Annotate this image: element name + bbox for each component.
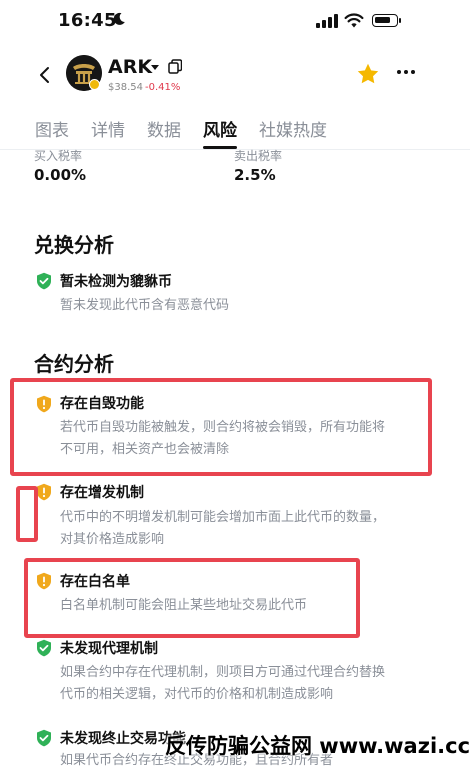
highlight-whitelist: [24, 558, 360, 638]
buy-tax-label: 买入税率: [34, 149, 83, 163]
more-icon[interactable]: [396, 62, 416, 82]
shield-warning-icon: [37, 483, 51, 501]
copy-icon[interactable]: [168, 59, 182, 74]
mint-title: 存在增发机制: [60, 485, 144, 501]
contract-analysis-title: 合约分析: [34, 352, 114, 376]
status-time: 16:45: [58, 10, 117, 31]
watermark-text: 反传防骗公益网 www.wazi.cc: [165, 734, 470, 758]
proxy-title: 未发现代理机制: [60, 641, 158, 657]
proxy-desc-line2: 代币的相关逻辑，对代币的价格和机制造成影响: [60, 687, 334, 702]
chevron-down-icon[interactable]: [151, 65, 159, 70]
signal-icon: [316, 14, 338, 28]
mint-desc-line1: 代币中的不明增发机制可能会增加市面上此代币的数量，: [60, 510, 386, 525]
buy-tax-value: 0.00%: [34, 166, 87, 184]
highlight-self-destruct: [10, 378, 432, 476]
tab-risk[interactable]: 风险: [203, 116, 237, 141]
tab-bar: 图表 详情 数据 风险 社媒热度: [0, 114, 470, 150]
moon-icon: [113, 12, 125, 25]
back-arrow-icon[interactable]: [36, 66, 54, 84]
chain-badge-icon: [89, 79, 100, 90]
battery-icon: [372, 14, 401, 27]
token-header: ARK $38.54 -0.41%: [0, 50, 470, 100]
mint-desc-line2: 对其价格造成影响: [60, 532, 165, 547]
token-price: $38.54: [108, 82, 143, 93]
proxy-desc-line1: 如果合约中存在代理机制，则项目方可通过代理合约替换: [60, 665, 386, 680]
shield-check-icon: [37, 729, 51, 747]
tab-chart[interactable]: 图表: [35, 116, 69, 141]
star-icon[interactable]: [356, 62, 380, 86]
highlight-mint: [16, 486, 38, 542]
tab-details[interactable]: 详情: [91, 116, 125, 141]
tab-social[interactable]: 社媒热度: [259, 116, 327, 141]
active-tab-indicator: [203, 146, 237, 149]
price-change: -0.41%: [145, 82, 181, 93]
shield-check-icon: [37, 272, 51, 290]
shield-check-icon: [37, 639, 51, 657]
swap-analysis-title: 兑换分析: [34, 233, 114, 257]
honeypot-check-desc: 暂未发现此代币含有恶意代码: [60, 298, 230, 313]
wifi-icon: [344, 13, 364, 28]
sell-tax-label: 卖出税率: [234, 149, 283, 163]
tab-data[interactable]: 数据: [147, 116, 181, 141]
sell-tax-value: 2.5%: [234, 166, 276, 184]
token-ticker[interactable]: ARK: [108, 56, 152, 78]
status-bar: 16:45: [0, 0, 470, 44]
honeypot-check-title: 暂未检测为貔貅币: [60, 274, 172, 290]
